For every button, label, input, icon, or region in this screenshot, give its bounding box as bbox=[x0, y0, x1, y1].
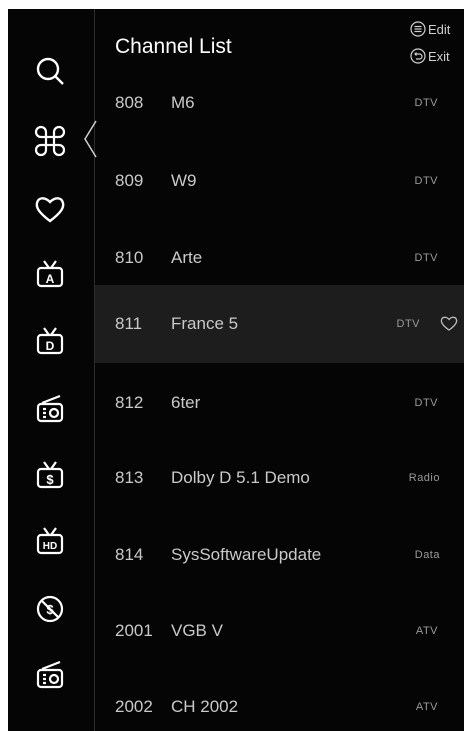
favorite-heart-icon[interactable] bbox=[440, 314, 458, 332]
channel-name: VGB V bbox=[171, 621, 223, 640]
svg-text:D: D bbox=[46, 339, 55, 353]
channel-number: 809 bbox=[115, 171, 144, 190]
channel-name: 6ter bbox=[171, 393, 201, 412]
edit-button[interactable]: Edit bbox=[410, 21, 450, 37]
channel-name: France 5 bbox=[171, 314, 239, 333]
hd-channel-icon[interactable]: HD bbox=[30, 521, 70, 561]
channel-row[interactable]: 808 M6 DTV bbox=[95, 66, 464, 142]
svg-text:HD: HD bbox=[43, 541, 57, 552]
channel-type: Radio bbox=[408, 472, 440, 484]
channel-number: 811 bbox=[115, 314, 143, 333]
channel-type: DTV bbox=[414, 97, 438, 109]
channel-type: ATV bbox=[415, 625, 438, 637]
channel-number: 808 bbox=[115, 93, 144, 112]
menu-icon bbox=[410, 21, 426, 37]
svg-text:$: $ bbox=[46, 602, 54, 617]
channel-name: Dolby D 5.1 Demo bbox=[171, 468, 310, 487]
channel-type: Data bbox=[414, 549, 440, 561]
edit-label: Edit bbox=[428, 21, 451, 37]
svg-text:$: $ bbox=[46, 472, 54, 487]
dtv-icon[interactable]: D bbox=[30, 321, 70, 361]
radio-icon[interactable] bbox=[30, 655, 70, 695]
channel-row[interactable]: 813 Dolby D 5.1 Demo Radio bbox=[95, 439, 464, 515]
channel-row[interactable]: 2002 CH 2002 ATV bbox=[95, 668, 464, 731]
tv-antenna-icon[interactable]: A bbox=[30, 254, 70, 294]
all-channels-icon[interactable] bbox=[30, 121, 70, 161]
channel-type: ATV bbox=[415, 701, 438, 713]
svg-text:A: A bbox=[46, 272, 55, 286]
channel-name: M6 bbox=[171, 93, 195, 112]
channel-type: DTV bbox=[414, 397, 438, 409]
channel-number: 2002 bbox=[115, 697, 153, 716]
radio-icon[interactable] bbox=[30, 389, 70, 429]
back-icon bbox=[410, 48, 426, 64]
channel-row[interactable]: 2001 VGB V ATV bbox=[95, 592, 464, 668]
channel-row[interactable]: 810 Arte DTV bbox=[95, 219, 464, 295]
channel-type: DTV bbox=[414, 252, 438, 264]
channel-type: DTV bbox=[414, 175, 438, 187]
channel-name: CH 2002 bbox=[171, 697, 239, 716]
category-sidebar: A D $ HD $ bbox=[8, 9, 95, 731]
exit-label: Exit bbox=[428, 48, 450, 64]
page-title: Channel List bbox=[115, 35, 232, 58]
exit-button[interactable]: Exit bbox=[410, 48, 450, 64]
channel-type: DTV bbox=[396, 318, 420, 330]
channel-row[interactable]: 812 6ter DTV bbox=[95, 364, 464, 440]
search-icon[interactable] bbox=[30, 51, 70, 91]
channel-name: SysSoftwareUpdate bbox=[171, 545, 322, 564]
channel-name: Arte bbox=[171, 248, 203, 267]
channel-row[interactable]: 809 W9 DTV bbox=[95, 142, 464, 218]
channel-number: 814 bbox=[115, 545, 144, 564]
channel-number: 2001 bbox=[115, 621, 153, 640]
free-channel-icon[interactable]: $ bbox=[30, 589, 70, 629]
channel-list-screen: A D $ HD $ Channel List Edit Exit 808 M6… bbox=[8, 9, 464, 731]
channel-name: W9 bbox=[171, 171, 197, 190]
channel-row-selected[interactable]: 811 France 5 DTV bbox=[95, 285, 464, 363]
channel-number: 813 bbox=[115, 468, 144, 487]
channel-number: 810 bbox=[115, 248, 144, 267]
favorites-icon[interactable] bbox=[30, 189, 70, 229]
channel-row[interactable]: 814 SysSoftwareUpdate Data bbox=[95, 516, 464, 592]
channel-number: 812 bbox=[115, 393, 144, 412]
paid-channel-icon[interactable]: $ bbox=[30, 455, 70, 495]
